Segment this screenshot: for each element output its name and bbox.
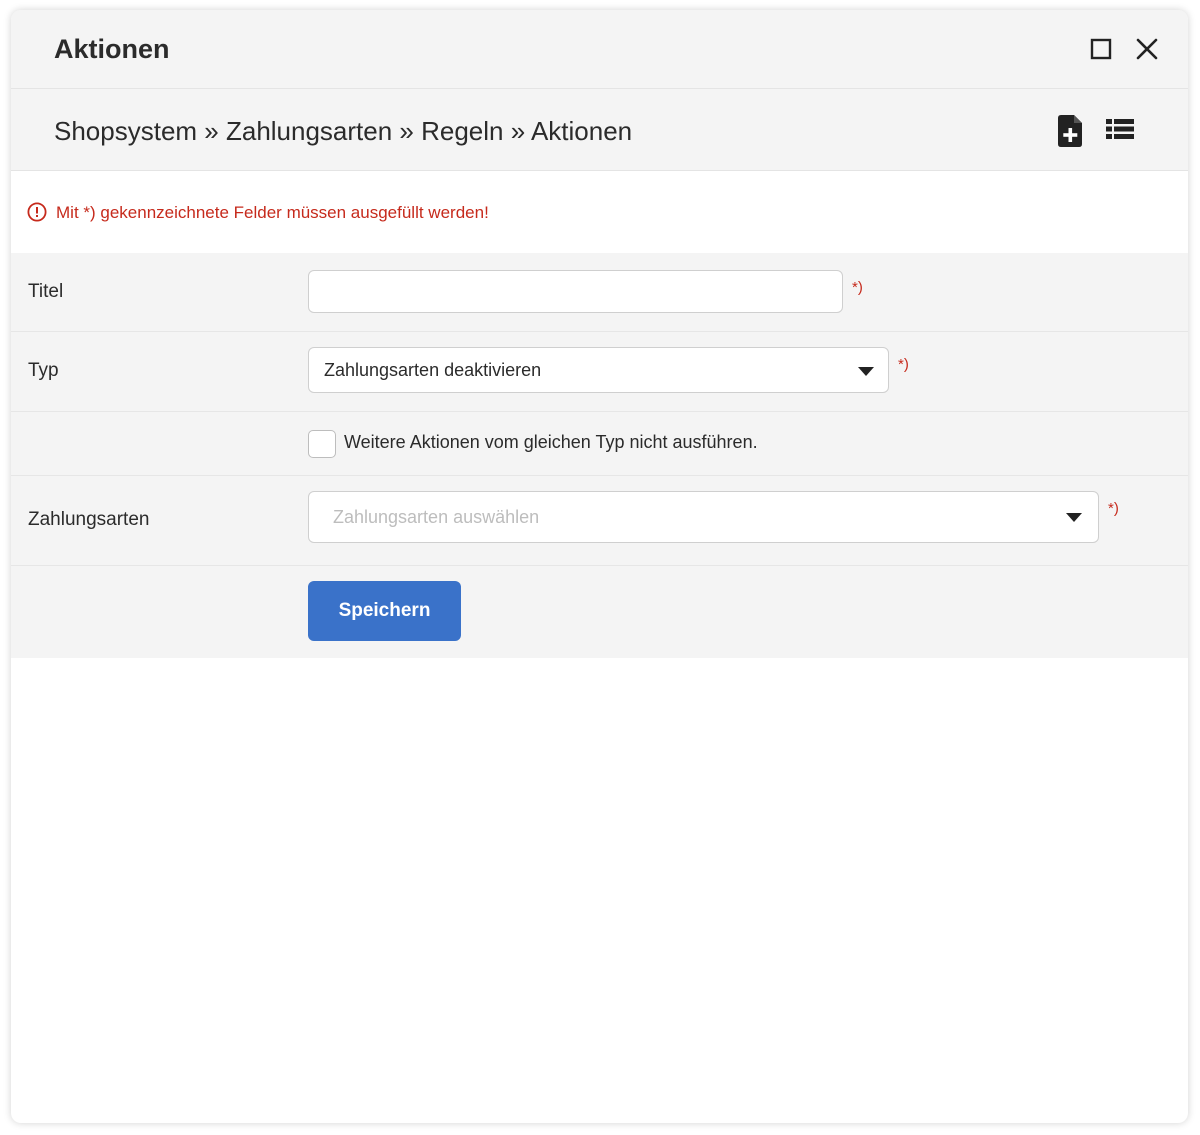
titel-label: Titel (28, 281, 64, 302)
required-fields-notice: Mit *) gekennzeichnete Felder müssen aus… (11, 171, 1188, 253)
list-view-button[interactable] (1106, 117, 1136, 151)
zahlungsarten-label: Zahlungsarten (28, 509, 150, 530)
titel-required-mark: *) (852, 279, 863, 296)
new-document-button[interactable] (1056, 114, 1086, 148)
form-row-titel: Titel *) (11, 253, 1188, 332)
typ-selected-value: Zahlungsarten deaktivieren (324, 360, 542, 380)
breadcrumb-bar: Shopsystem » Zahlungsarten » Regeln » Ak… (11, 89, 1188, 171)
close-icon (1136, 38, 1158, 60)
typ-select[interactable]: Zahlungsarten deaktivieren (308, 347, 889, 393)
form-row-submit: Speichern (11, 566, 1188, 658)
close-button[interactable] (1134, 36, 1160, 62)
typ-label: Typ (28, 360, 59, 381)
zahlungsarten-select[interactable]: Zahlungsarten auswählen (308, 491, 1099, 543)
zahlungsarten-required-mark: *) (1108, 500, 1119, 517)
maximize-icon (1090, 38, 1112, 60)
dialog-window: Aktionen Shopsystem » Zahlungsarten » Re… (11, 10, 1188, 1123)
breadcrumb: Shopsystem » Zahlungsarten » Regeln » Ak… (54, 116, 633, 146)
save-button[interactable]: Speichern (308, 581, 461, 641)
action-form: Titel *) Typ Zahlungsarten deaktivieren … (11, 253, 1188, 658)
list-icon (1106, 119, 1134, 139)
notice-text: Mit *) gekennzeichnete Felder müssen aus… (56, 203, 489, 222)
chevron-down-icon (1066, 513, 1082, 522)
zahlungsarten-placeholder: Zahlungsarten auswählen (333, 507, 540, 527)
alert-circle-icon (27, 202, 47, 222)
titlebar: Aktionen (11, 10, 1188, 89)
form-row-zahlungsarten: Zahlungsarten Zahlungsarten auswählen *) (11, 476, 1188, 566)
form-row-typ: Typ Zahlungsarten deaktivieren *) (11, 332, 1188, 412)
typ-required-mark: *) (898, 356, 909, 373)
window-title: Aktionen (54, 34, 170, 64)
file-plus-icon (1058, 115, 1082, 147)
maximize-button[interactable] (1088, 36, 1114, 62)
titel-input[interactable] (308, 270, 843, 313)
chevron-down-icon (858, 367, 874, 376)
same-type-checkbox[interactable] (308, 430, 336, 458)
same-type-checkbox-label[interactable]: Weitere Aktionen vom gleichen Typ nicht … (344, 432, 758, 453)
form-row-checkbox: Weitere Aktionen vom gleichen Typ nicht … (11, 412, 1188, 476)
